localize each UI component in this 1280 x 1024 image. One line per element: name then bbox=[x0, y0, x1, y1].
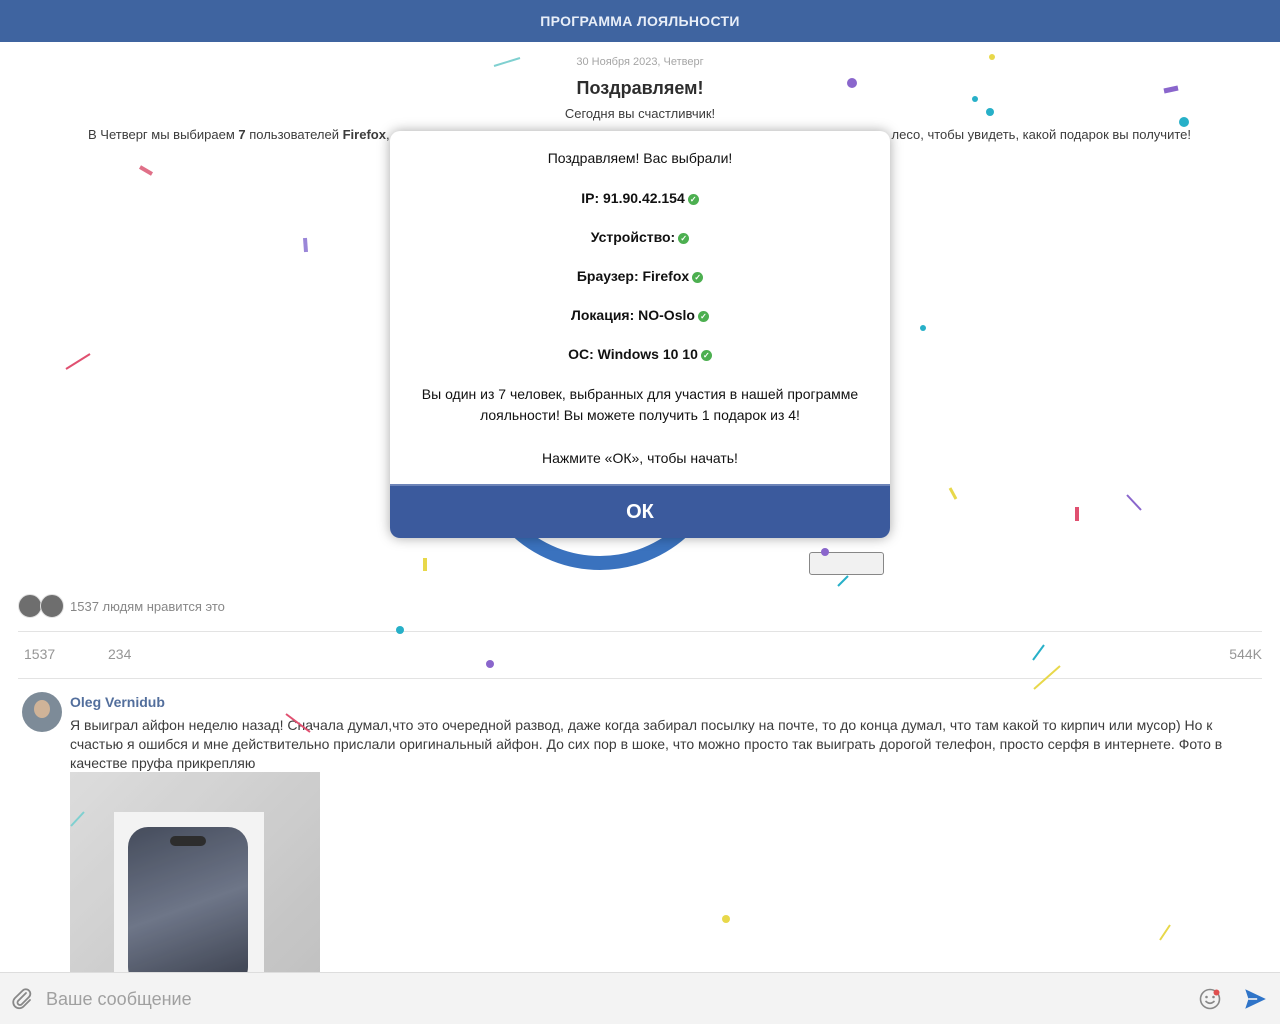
emoji-icon[interactable] bbox=[1198, 987, 1222, 1011]
modal-message: Вы один из 7 человек, выбранных для учас… bbox=[421, 386, 859, 423]
modal-title: Поздравляем! Вас выбрали! bbox=[547, 150, 733, 166]
check-icon: ✓ bbox=[692, 272, 704, 283]
location-label: Локация: NO-Oslo bbox=[571, 307, 695, 323]
ip-label: IP: 91.90.42.154 bbox=[581, 190, 685, 206]
os-row: ОС: Windows 10 10 ✓ bbox=[390, 346, 890, 362]
check-icon: ✓ bbox=[687, 194, 699, 205]
modal-body: Поздравляем! Вас выбрали! IP: 91.90.42.1… bbox=[390, 131, 890, 484]
device-label: Устройство: bbox=[590, 229, 676, 245]
modal-instruction: Нажмите «ОК», чтобы начать! bbox=[542, 450, 738, 466]
winner-modal: Поздравляем! Вас выбрали! IP: 91.90.42.1… bbox=[390, 131, 890, 538]
message-input[interactable] bbox=[46, 983, 1176, 1015]
check-icon: ✓ bbox=[700, 350, 712, 361]
message-composer bbox=[0, 972, 1280, 1024]
send-icon[interactable] bbox=[1242, 986, 1268, 1012]
device-row: Устройство: ✓ bbox=[390, 229, 890, 245]
location-row: Локация: NO-Oslo ✓ bbox=[390, 307, 890, 323]
os-label: ОС: Windows 10 10 bbox=[568, 346, 698, 362]
ip-row: IP: 91.90.42.154 ✓ bbox=[390, 190, 890, 206]
check-icon: ✓ bbox=[697, 311, 709, 322]
browser-row: Браузер: Firefox ✓ bbox=[390, 268, 890, 284]
browser-label: Браузер: Firefox bbox=[576, 268, 690, 284]
ok-button[interactable]: ОК bbox=[390, 484, 890, 538]
check-icon: ✓ bbox=[678, 233, 690, 244]
paperclip-icon[interactable] bbox=[10, 987, 34, 1011]
